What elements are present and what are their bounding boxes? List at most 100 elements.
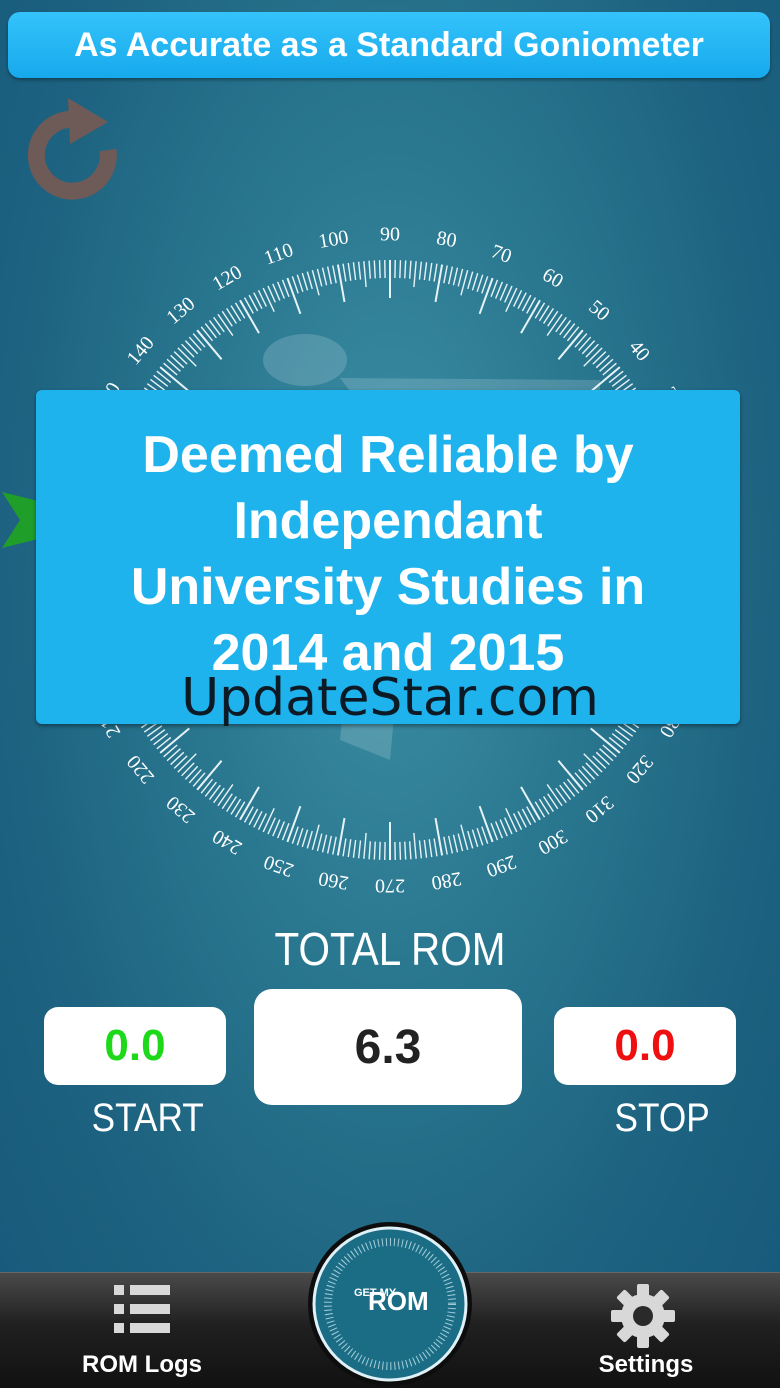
dial-tick (458, 269, 462, 286)
dial-tick (567, 779, 578, 793)
dial-tick (612, 375, 626, 386)
dial-tick (374, 260, 375, 278)
dial-tick (615, 730, 629, 741)
dial-label: 90 (380, 224, 400, 246)
dial-tick (193, 773, 205, 787)
dial-tick (482, 827, 488, 844)
dial-tick (323, 835, 327, 853)
get-my-rom-logo-button[interactable]: GET MY ROM (304, 1222, 476, 1387)
dial-label: 100 (317, 226, 350, 253)
dial-tick (380, 260, 381, 278)
dial-tick (292, 276, 298, 293)
dial-tick (328, 836, 332, 854)
tab-settings[interactable]: Settings (546, 1273, 746, 1388)
dial-tick (150, 379, 164, 390)
start-value-box[interactable]: 0.0 (44, 1007, 226, 1085)
dial-tick (429, 839, 432, 857)
dial-tick (424, 840, 426, 858)
dial-tick (453, 835, 457, 853)
dial-tick (414, 833, 416, 859)
dial-label: 250 (261, 850, 297, 881)
dial-tick (364, 833, 366, 859)
dial-tick (317, 269, 321, 286)
dial-tick (612, 734, 626, 745)
dial-tick (556, 788, 567, 803)
dial-tick (444, 266, 447, 284)
dial-tick (359, 262, 361, 280)
dial-tick (419, 840, 421, 858)
dial-tick (263, 808, 274, 832)
dial-tick (419, 262, 421, 280)
dial-tick (449, 267, 453, 285)
overlay-text: Deemed Reliable by Independant Universit… (88, 422, 688, 686)
dial-tick (359, 840, 361, 858)
dial-tick (185, 766, 197, 779)
stop-value: 0.0 (614, 1021, 675, 1071)
dial-tick (560, 785, 571, 799)
tab-rom-logs[interactable]: ROM Logs (42, 1273, 242, 1388)
dial-label: 300 (534, 825, 571, 859)
dial-tick (353, 262, 355, 280)
dial-tick (603, 745, 617, 757)
dial-tick (185, 341, 197, 354)
dial-label: 110 (261, 239, 296, 270)
dial-label: 320 (621, 751, 657, 788)
dial-tick (405, 260, 406, 278)
dial-tick (444, 837, 447, 855)
dial-tick (307, 272, 312, 289)
dial-tick (582, 341, 594, 354)
dial-tick (333, 837, 336, 855)
dial-tick (414, 261, 416, 287)
dial-tick (222, 311, 232, 326)
dial-label: 130 (162, 293, 199, 329)
dial-tick (297, 275, 303, 292)
dial-tick (434, 264, 437, 282)
total-rom-value: 6.3 (355, 1020, 422, 1075)
dial-tick (171, 355, 184, 367)
dial-tick (410, 261, 411, 279)
dial-tick (307, 831, 312, 848)
dial-label: 280 (430, 867, 463, 894)
dial-tick (434, 839, 437, 857)
dial-tick (189, 337, 201, 350)
overlay-line: University Studies in (88, 554, 688, 620)
stop-value-box[interactable]: 0.0 (554, 1007, 736, 1085)
dial-tick (558, 330, 582, 359)
dial-label: 70 (488, 240, 514, 268)
dial-tick (609, 371, 623, 382)
dial-tick (582, 766, 594, 779)
dial-tick (609, 737, 623, 748)
dial-tick (593, 756, 606, 769)
dial-tick (302, 830, 307, 847)
dial-tick (575, 334, 587, 348)
dial-tick (482, 276, 488, 293)
dial-tick (558, 761, 582, 790)
dial-tick (468, 831, 473, 848)
dial-tick (205, 782, 216, 796)
dial-label: 270 (375, 874, 405, 896)
dial-tick (157, 737, 171, 748)
overlay-line: Independant (88, 488, 688, 554)
dial-tick (263, 288, 274, 312)
dial-tick (556, 317, 567, 332)
dial-tick (182, 344, 195, 357)
dial-tick (197, 330, 221, 359)
dial-label: 240 (209, 825, 246, 859)
dial-tick (472, 830, 477, 847)
dial-tick (472, 273, 477, 290)
dial-tick (405, 842, 406, 860)
dial-tick (353, 840, 355, 858)
dial-tick (154, 375, 168, 386)
tab-rom-logs-label: ROM Logs (42, 1351, 242, 1379)
dial-tick (596, 355, 609, 367)
tab-settings-label: Settings (546, 1351, 746, 1379)
dial-label: 40 (624, 336, 654, 365)
dial-tick (317, 834, 321, 851)
dial-tick (410, 841, 411, 859)
dial-label: 50 (584, 296, 613, 326)
stop-label: STOP (614, 1096, 709, 1141)
dial-tick (506, 288, 517, 312)
dial-tick (205, 324, 216, 338)
dial-tick (400, 260, 401, 278)
watermark: UpdateStar.com (0, 668, 780, 728)
